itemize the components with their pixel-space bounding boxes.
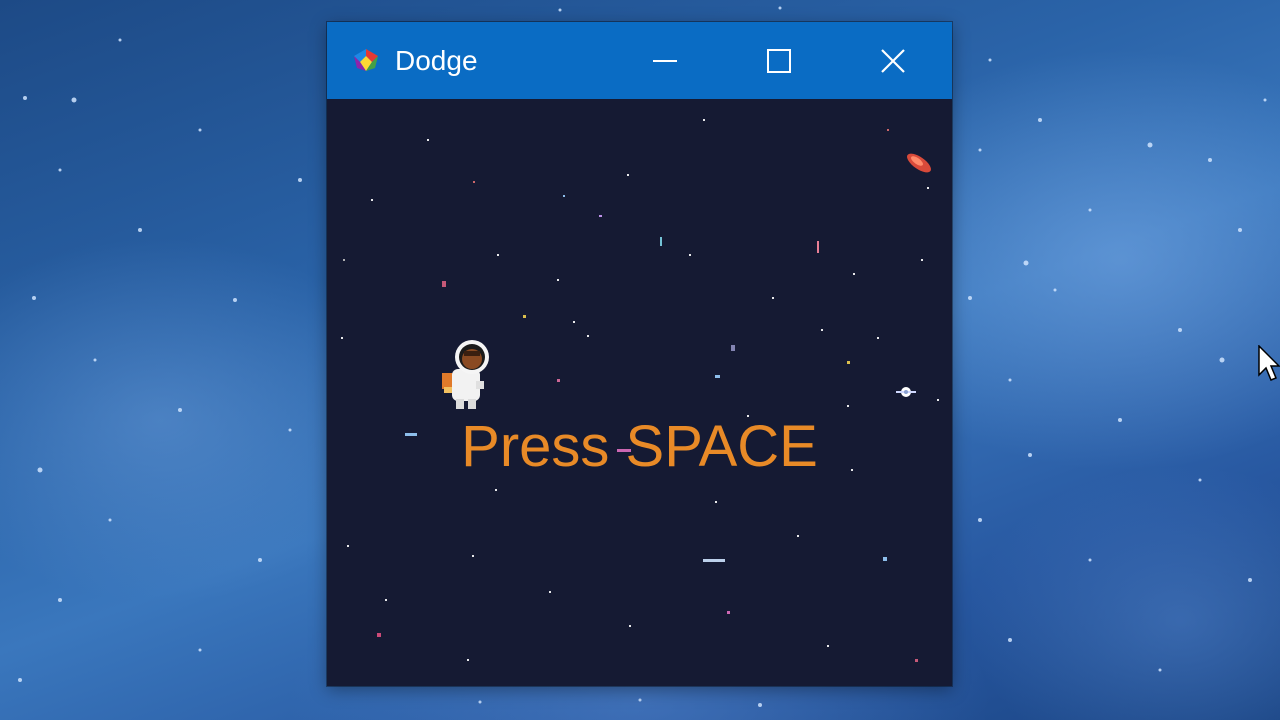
astronaut-icon (442, 340, 489, 409)
white-satellite-icon (896, 387, 916, 397)
press-space-message: Press SPACE (461, 414, 818, 479)
red-asteroid-icon (907, 153, 931, 173)
title-bar[interactable]: Dodge (327, 22, 952, 99)
game-canvas[interactable]: Press SPACE (327, 99, 952, 686)
game-window: Dodge Press SPACE (327, 22, 952, 686)
mouse-pointer-icon (1258, 345, 1280, 381)
close-icon (881, 48, 905, 73)
starfield (341, 119, 939, 662)
maximize-button[interactable] (729, 22, 829, 99)
pygame-logo-icon (354, 49, 378, 71)
minimize-icon (653, 59, 677, 62)
close-button[interactable] (843, 22, 943, 99)
maximize-icon (767, 48, 791, 73)
minimize-button[interactable] (615, 22, 715, 99)
window-title: Dodge (395, 45, 478, 76)
